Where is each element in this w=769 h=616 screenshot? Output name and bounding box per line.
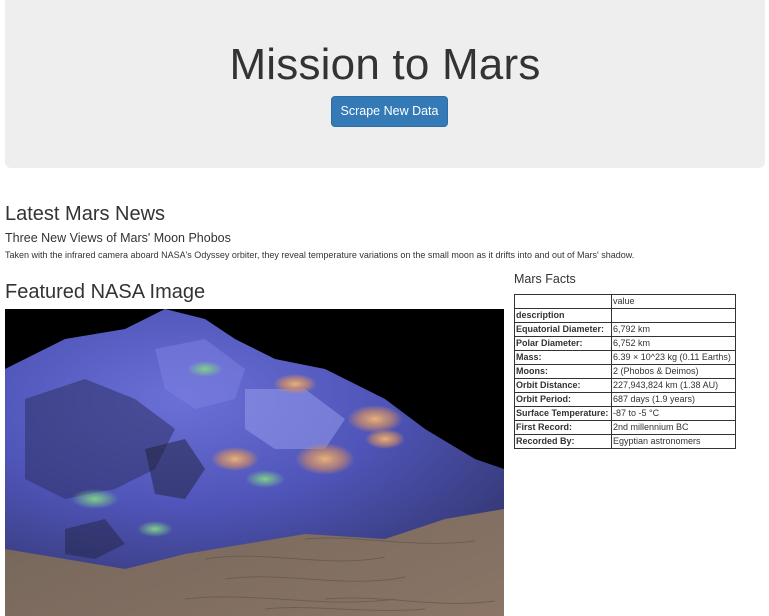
table-row: First Record: 2nd millennium BC [514, 420, 736, 435]
table-row: description [514, 308, 736, 323]
table-row: Equatorial Diameter: 6,792 km [514, 322, 736, 337]
fact-value: Egyptian astronomers [611, 434, 736, 449]
mars-facts-heading: Mars Facts [514, 272, 576, 286]
table-row: Recorded By: Egyptian astronomers [514, 434, 736, 449]
table-row: Mass: 6.39 × 10^23 kg (0.11 Earths) [514, 350, 736, 365]
table-row: Surface Temperature: -87 to -5 °C [514, 406, 736, 421]
fact-value: 227,943,824 km (1.38 AU) [611, 378, 736, 393]
fact-label: description [514, 308, 612, 323]
page-title: Mission to Mars [229, 40, 541, 89]
fact-value: -87 to -5 °C [611, 406, 736, 421]
fact-value: 6,752 km [611, 336, 736, 351]
fact-label: Mass: [514, 350, 612, 365]
table-header-cell [514, 294, 612, 309]
fact-value: 6,792 km [611, 322, 736, 337]
featured-mars-image [5, 309, 504, 616]
fact-label: Surface Temperature: [514, 406, 612, 421]
fact-label: Moons: [514, 364, 612, 379]
fact-label: First Record: [514, 420, 612, 435]
latest-news-section: Latest Mars News Three New Views of Mars… [5, 203, 755, 261]
table-row: Polar Diameter: 6,752 km [514, 336, 736, 351]
fact-value: 2nd millennium BC [611, 420, 736, 435]
scrape-new-data-button[interactable]: Scrape New Data [331, 96, 448, 127]
news-heading: Latest Mars News [5, 203, 166, 225]
fact-label: Polar Diameter: [514, 336, 612, 351]
table-row: Orbit Distance: 227,943,824 km (1.38 AU) [514, 378, 736, 393]
fact-label: Recorded By: [514, 434, 612, 449]
featured-image-heading: Featured NASA Image [5, 281, 206, 303]
mars-facts-table: value description Equatorial Diameter: 6… [514, 294, 736, 449]
fact-value: 687 days (1.9 years) [611, 392, 736, 407]
table-header-cell: value [611, 294, 736, 309]
news-title: Three New Views of Mars' Moon Phobos [5, 231, 231, 245]
jumbotron-header: Mission to Mars Scrape New Data [5, 0, 765, 168]
fact-label: Orbit Period: [514, 392, 612, 407]
fact-label: Equatorial Diameter: [514, 322, 612, 337]
table-row: Orbit Period: 687 days (1.9 years) [514, 392, 736, 407]
mars-terrain-image-icon [5, 309, 504, 616]
table-row: Moons: 2 (Phobos & Deimos) [514, 364, 736, 379]
fact-label: Orbit Distance: [514, 378, 612, 393]
news-paragraph: Taken with the infrared camera aboard NA… [5, 250, 635, 260]
fact-value: 6.39 × 10^23 kg (0.11 Earths) [611, 350, 736, 365]
table-header-row: value [514, 294, 736, 309]
fact-value: 2 (Phobos & Deimos) [611, 364, 736, 379]
fact-value [611, 308, 736, 323]
